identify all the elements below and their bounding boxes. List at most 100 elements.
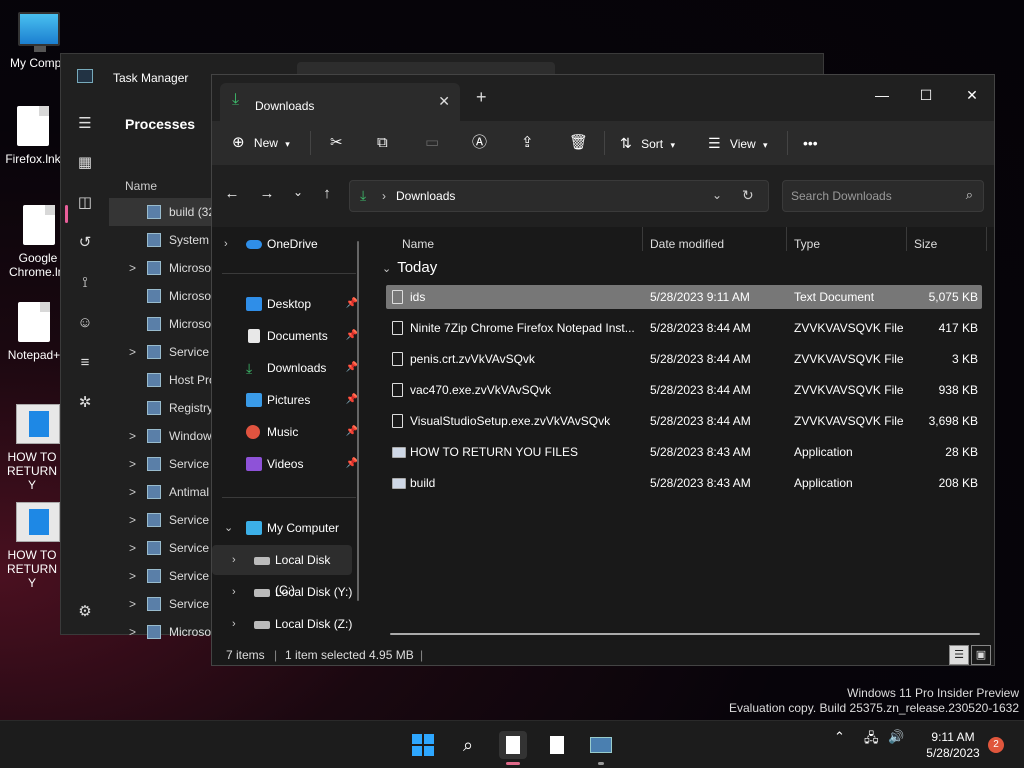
search-box[interactable]: ⌕ (782, 180, 984, 212)
chevron-down-icon[interactable]: ⌄ (224, 513, 233, 543)
volume-icon[interactable]: 🔊 (888, 729, 904, 745)
chevron-right-icon[interactable]: > (129, 478, 141, 506)
nav-item-desktop[interactable]: Desktop 📌 (212, 289, 362, 319)
nav-scrollbar[interactable] (357, 241, 359, 601)
column-header-date[interactable]: Date modified (650, 237, 724, 251)
hamburger-menu-icon[interactable]: ☰ (75, 114, 95, 134)
search-button[interactable]: ⌕ (454, 731, 482, 759)
chevron-right-icon[interactable]: > (129, 254, 141, 282)
copy-button[interactable]: ⧉ (377, 131, 388, 155)
name-column-header[interactable]: Name (125, 179, 157, 193)
up-button[interactable]: ↑ (317, 185, 337, 202)
tiles-view-button[interactable]: ▣ (971, 645, 991, 665)
status-bar: 7 items | 1 item selected 4.95 MB | ☰ ▣ (212, 643, 994, 667)
taskbar-notepad[interactable] (543, 731, 571, 759)
minimize-button[interactable]: — (862, 81, 902, 109)
group-header-today[interactable]: ⌄ Today (382, 259, 437, 276)
file-row[interactable]: HOW TO RETURN YOU FILES 5/28/2023 8:43 AM… (386, 440, 982, 464)
view-button[interactable]: ☰ View ▾ (708, 131, 768, 155)
chevron-right-icon[interactable]: › (232, 609, 236, 639)
settings-gear-icon[interactable]: ⚙ (75, 602, 95, 622)
nav-item-my-computer[interactable]: ⌄ My Computer (212, 513, 362, 543)
chevron-right-icon[interactable]: > (129, 338, 141, 366)
nav-item-music[interactable]: Music 📌 (212, 417, 362, 447)
file-row[interactable]: Ninite 7Zip Chrome Firefox Notepad Inst.… (386, 316, 982, 340)
file-row[interactable]: build 5/28/2023 8:43 AM Application 208 KB (386, 471, 982, 495)
recent-locations-button[interactable]: ⌄ (288, 185, 308, 199)
show-hidden-icons-button[interactable]: ⌃ (834, 729, 845, 745)
chevron-down-icon[interactable]: ⌄ (712, 188, 722, 202)
chevron-right-icon[interactable]: › (232, 545, 236, 575)
process-icon (147, 541, 161, 555)
startup-apps-icon[interactable]: ⟟ (75, 273, 95, 293)
see-more-button[interactable]: ••• (803, 131, 818, 155)
file-date: 5/28/2023 9:11 AM (650, 290, 750, 304)
nav-item-downloads[interactable]: ⤓ Downloads 📌 (212, 353, 362, 383)
chevron-right-icon[interactable]: > (129, 450, 141, 478)
chevron-right-icon[interactable]: > (129, 422, 141, 450)
chevron-right-icon[interactable]: > (129, 590, 141, 618)
file-row[interactable]: vac470.exe.zvVkVAvSQvk 5/28/2023 8:44 AM Z… (386, 378, 982, 402)
search-input[interactable] (791, 189, 951, 203)
tab-downloads[interactable]: ⤓ Downloads ✕ (220, 83, 460, 121)
paste-button[interactable]: ▭ (425, 131, 439, 155)
chevron-right-icon[interactable]: > (129, 562, 141, 590)
file-row[interactable]: penis.crt.zvVkVAvSQvk 5/28/2023 8:44 AM ZV… (386, 347, 982, 371)
close-window-button[interactable]: ✕ (952, 81, 992, 109)
details-view-button[interactable]: ☰ (949, 645, 969, 665)
file-row[interactable]: ids 5/28/2023 9:11 AM Text Document 5,075 K… (386, 285, 982, 309)
details-icon[interactable]: ≡ (75, 353, 95, 373)
refresh-icon[interactable]: ↻ (742, 187, 754, 204)
selection-info: 1 item selected 4.95 MB (285, 648, 414, 662)
column-divider[interactable] (786, 227, 787, 251)
nav-item-local-disk-z[interactable]: › Local Disk (Z:) (212, 609, 362, 639)
nav-item-documents[interactable]: Documents 📌 (212, 321, 362, 351)
nav-item-local-disk-c[interactable]: › Local Disk (C:) (212, 545, 352, 597)
services-icon[interactable]: ✲ (75, 393, 95, 413)
file-explorer-window[interactable]: ⤓ Downloads ✕ + — ☐ ✕ ⊕ New ▾ ✂ ⧉ ▭ Ⓐ ⇪ … (211, 74, 995, 666)
column-divider[interactable] (986, 227, 987, 251)
chevron-right-icon[interactable]: › (224, 229, 228, 259)
search-icon[interactable]: ⌕ (966, 187, 973, 203)
horizontal-scrollbar[interactable] (390, 633, 980, 635)
processes-icon[interactable]: ▦ (75, 153, 95, 173)
chevron-right-icon[interactable]: > (129, 534, 141, 562)
delete-button[interactable]: 🗑 (569, 131, 588, 155)
rename-button[interactable]: Ⓐ (472, 131, 487, 155)
users-icon[interactable]: ☺ (75, 313, 95, 333)
taskbar-task-manager[interactable] (587, 731, 615, 765)
column-divider[interactable] (906, 227, 907, 251)
new-tab-button[interactable]: + (476, 87, 487, 108)
network-icon[interactable]: 🖧 (864, 729, 879, 751)
nav-item-pictures[interactable]: Pictures 📌 (212, 385, 362, 415)
breadcrumb-downloads[interactable]: Downloads (396, 189, 455, 203)
nav-item-videos[interactable]: Videos 📌 (212, 449, 362, 479)
column-header-name[interactable]: Name (402, 237, 434, 251)
nav-item-onedrive[interactable]: › OneDrive (212, 229, 362, 259)
cut-button[interactable]: ✂ (330, 131, 343, 155)
column-header-type[interactable]: Type (794, 237, 820, 251)
chevron-right-icon[interactable]: > (129, 506, 141, 534)
process-icon (147, 345, 161, 359)
taskbar-file-explorer[interactable] (499, 731, 527, 765)
new-button[interactable]: ⊕ New ▾ (232, 131, 290, 155)
close-tab-icon[interactable]: ✕ (438, 93, 450, 110)
clock[interactable]: 9:11 AM 5/28/2023 (918, 729, 988, 761)
address-bar[interactable]: ⤓ › Downloads ⌄ ↻ (349, 180, 769, 212)
back-button[interactable]: ← (222, 185, 242, 202)
start-button[interactable] (409, 731, 437, 759)
sort-button[interactable]: ⇅ Sort ▾ (620, 131, 675, 155)
column-header-size[interactable]: Size (914, 237, 937, 251)
column-divider[interactable] (642, 227, 643, 251)
chevron-right-icon[interactable]: › (232, 577, 236, 607)
app-history-icon[interactable]: ↺ (75, 233, 95, 253)
chevron-right-icon[interactable]: > (129, 618, 141, 646)
share-button[interactable]: ⇪ (521, 131, 534, 155)
performance-icon[interactable]: ◫ (75, 193, 95, 213)
nav-item-local-disk-y[interactable]: › Local Disk (Y:) (212, 577, 362, 607)
notification-badge[interactable]: 2 (988, 737, 1004, 753)
file-row[interactable]: VisualStudioSetup.exe.zvVkVAvSQvk 5/28/20… (386, 409, 982, 433)
forward-button[interactable]: → (257, 185, 277, 202)
document-icon (392, 414, 403, 428)
maximize-button[interactable]: ☐ (906, 81, 946, 109)
